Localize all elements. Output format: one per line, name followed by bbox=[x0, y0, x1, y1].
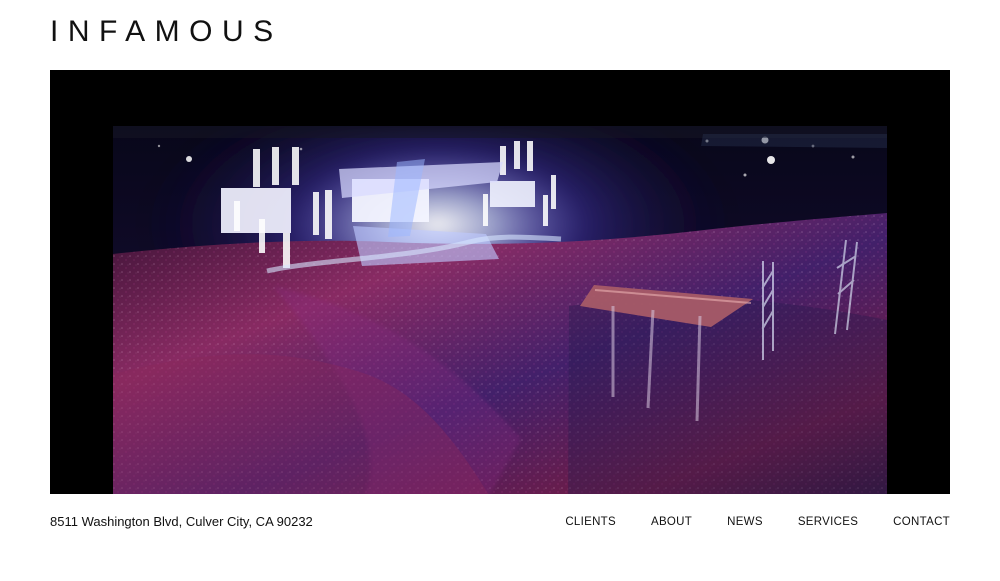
page: INFAMOUS 8511 Washington Blvd, Culver Ci… bbox=[0, 0, 1000, 581]
footer-address: 8511 Washington Blvd, Culver City, CA 90… bbox=[50, 514, 313, 529]
nav-about-link[interactable]: ABOUT bbox=[651, 514, 692, 530]
hero-video-frame[interactable] bbox=[50, 70, 950, 494]
site-logo[interactable]: INFAMOUS bbox=[50, 14, 283, 50]
nav-news-link[interactable]: NEWS bbox=[727, 514, 763, 530]
concert-video-image[interactable] bbox=[113, 126, 887, 494]
nav-clients-link[interactable]: CLIENTS bbox=[565, 514, 616, 530]
nav-services-link[interactable]: SERVICES bbox=[798, 514, 858, 530]
footer-navigation: CLIENTS ABOUT NEWS SERVICES CONTACT bbox=[565, 514, 950, 530]
concert-scene bbox=[113, 126, 887, 494]
nav-contact-link[interactable]: CONTACT bbox=[893, 514, 950, 530]
